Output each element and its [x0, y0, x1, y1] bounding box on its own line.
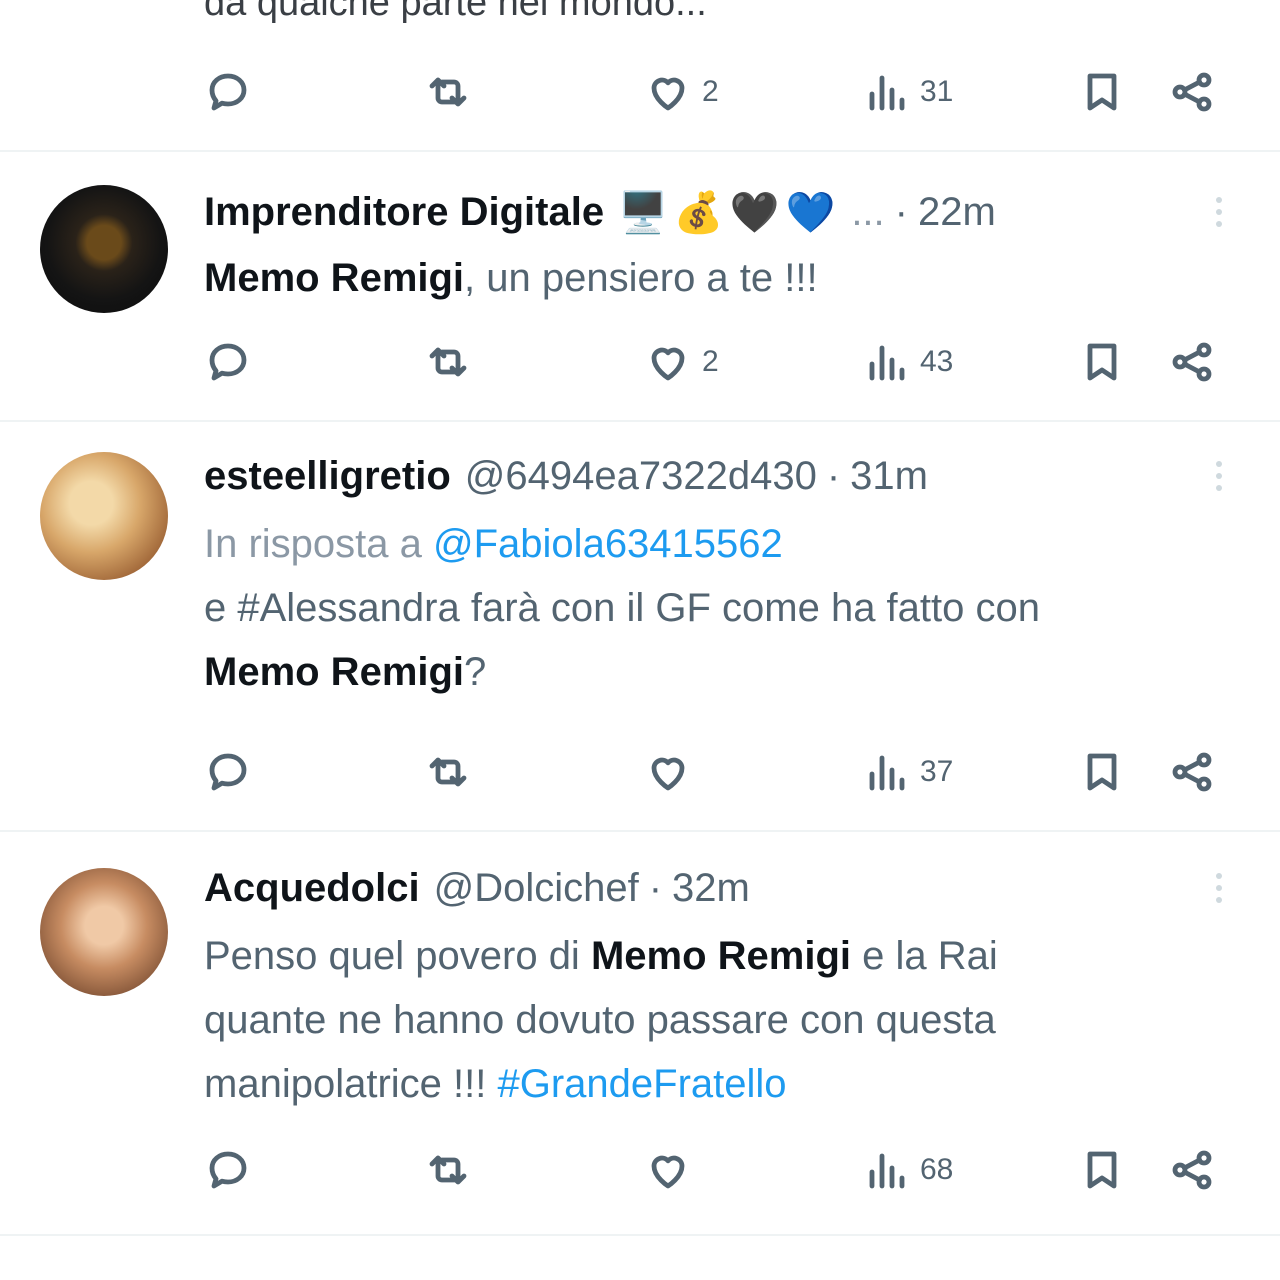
author-name[interactable]: esteelligretio: [204, 454, 451, 499]
bookmark-button[interactable]: [1078, 742, 1126, 802]
like-button[interactable]: 2: [644, 332, 719, 392]
share-button[interactable]: [1168, 742, 1216, 802]
tweet-actions: 37: [0, 742, 1280, 802]
more-options-button[interactable]: [1204, 186, 1234, 238]
reply-button[interactable]: [204, 62, 262, 122]
avatar[interactable]: [40, 452, 168, 580]
share-button[interactable]: [1168, 332, 1216, 392]
reply-button[interactable]: [204, 742, 262, 802]
tweet-actions: 68: [0, 1140, 1280, 1200]
author-handle[interactable]: @6494ea7322d430: [465, 454, 817, 499]
hashtag-link[interactable]: #GrandeFratello: [497, 1062, 786, 1106]
more-options-button[interactable]: [1204, 862, 1234, 914]
divider: [0, 420, 1280, 422]
views-button[interactable]: 37: [862, 742, 953, 802]
tweet-header: esteelligretio @6494ea7322d430 · 31m: [204, 453, 928, 499]
share-icon: [1172, 752, 1212, 792]
reply-button[interactable]: [204, 1140, 262, 1200]
tweet-text-partial: da qualche parte nel mondo...: [204, 0, 707, 24]
tweet-header: Acquedolci @Dolcichef · 32m: [204, 865, 750, 911]
retweet-icon: [429, 77, 467, 107]
retweet-button[interactable]: [424, 62, 482, 122]
bookmark-button[interactable]: [1078, 1140, 1126, 1200]
bookmark-icon: [1087, 343, 1117, 381]
tweet-time[interactable]: 31m: [850, 454, 928, 499]
reply-context: In risposta a @Fabiola63415562: [204, 522, 783, 566]
share-icon: [1172, 342, 1212, 382]
reply-button[interactable]: [204, 332, 262, 392]
bookmark-icon: [1087, 753, 1117, 791]
tweet-text: In risposta a @Fabiola63415562 e #Alessa…: [204, 512, 1204, 704]
tweet-actions: 2 31: [0, 62, 1280, 122]
views-chart-icon: [869, 1153, 905, 1189]
views-button[interactable]: 31: [862, 62, 953, 122]
retweet-button[interactable]: [424, 742, 482, 802]
reply-icon: [209, 1151, 247, 1189]
share-button[interactable]: [1168, 1140, 1216, 1200]
like-button[interactable]: [644, 1140, 702, 1200]
views-button[interactable]: 68: [862, 1140, 953, 1200]
share-button[interactable]: [1168, 62, 1216, 122]
heart-icon: [651, 757, 685, 791]
heart-icon: [651, 77, 685, 111]
reply-icon: [209, 753, 247, 791]
retweet-button[interactable]: [424, 1140, 482, 1200]
share-icon: [1172, 1150, 1212, 1190]
like-button[interactable]: 2: [644, 62, 719, 122]
divider: [0, 150, 1280, 152]
bookmark-icon: [1087, 73, 1117, 111]
like-button[interactable]: [644, 742, 702, 802]
divider: [0, 830, 1280, 832]
divider: [0, 1234, 1280, 1236]
tweet-text: Memo Remigi, un pensiero a te !!!: [204, 256, 818, 300]
tweet-actions: 2 43: [0, 332, 1280, 392]
views-chart-icon: [869, 755, 905, 791]
views-chart-icon: [869, 345, 905, 381]
heart-icon: [651, 1155, 685, 1189]
tweet-text: Penso quel povero di Memo Remigi e la Ra…: [204, 934, 998, 1106]
timeline-feed: da qualche parte nel mondo... 2 31 Impre…: [0, 0, 1280, 1280]
views-chart-icon: [869, 75, 905, 111]
author-handle[interactable]: @Dolcichef: [434, 866, 639, 911]
more-options-button[interactable]: [1204, 450, 1234, 502]
views-button[interactable]: 43: [862, 332, 953, 392]
tweet-time[interactable]: 22m: [918, 190, 996, 235]
bookmark-button[interactable]: [1078, 332, 1126, 392]
avatar[interactable]: [40, 868, 168, 996]
reply-icon: [209, 343, 247, 381]
bookmark-button[interactable]: [1078, 62, 1126, 122]
retweet-button[interactable]: [424, 332, 482, 392]
tweet-header: Imprenditore Digitale 🖥️ 💰 🖤 💙 ... · 22m: [204, 189, 996, 235]
retweet-icon: [429, 757, 467, 787]
share-icon: [1172, 72, 1212, 112]
avatar[interactable]: [40, 185, 168, 313]
author-emojis: 🖥️ 💰 🖤 💙: [618, 190, 836, 235]
tweet-time[interactable]: 32m: [672, 866, 750, 911]
heart-icon: [651, 347, 685, 381]
author-name[interactable]: Acquedolci: [204, 866, 420, 911]
reply-to-link[interactable]: @Fabiola63415562: [433, 522, 783, 566]
author-name[interactable]: Imprenditore Digitale: [204, 190, 604, 235]
reply-icon: [209, 73, 247, 111]
retweet-icon: [429, 347, 467, 377]
bookmark-icon: [1087, 1151, 1117, 1189]
retweet-icon: [429, 1155, 467, 1185]
